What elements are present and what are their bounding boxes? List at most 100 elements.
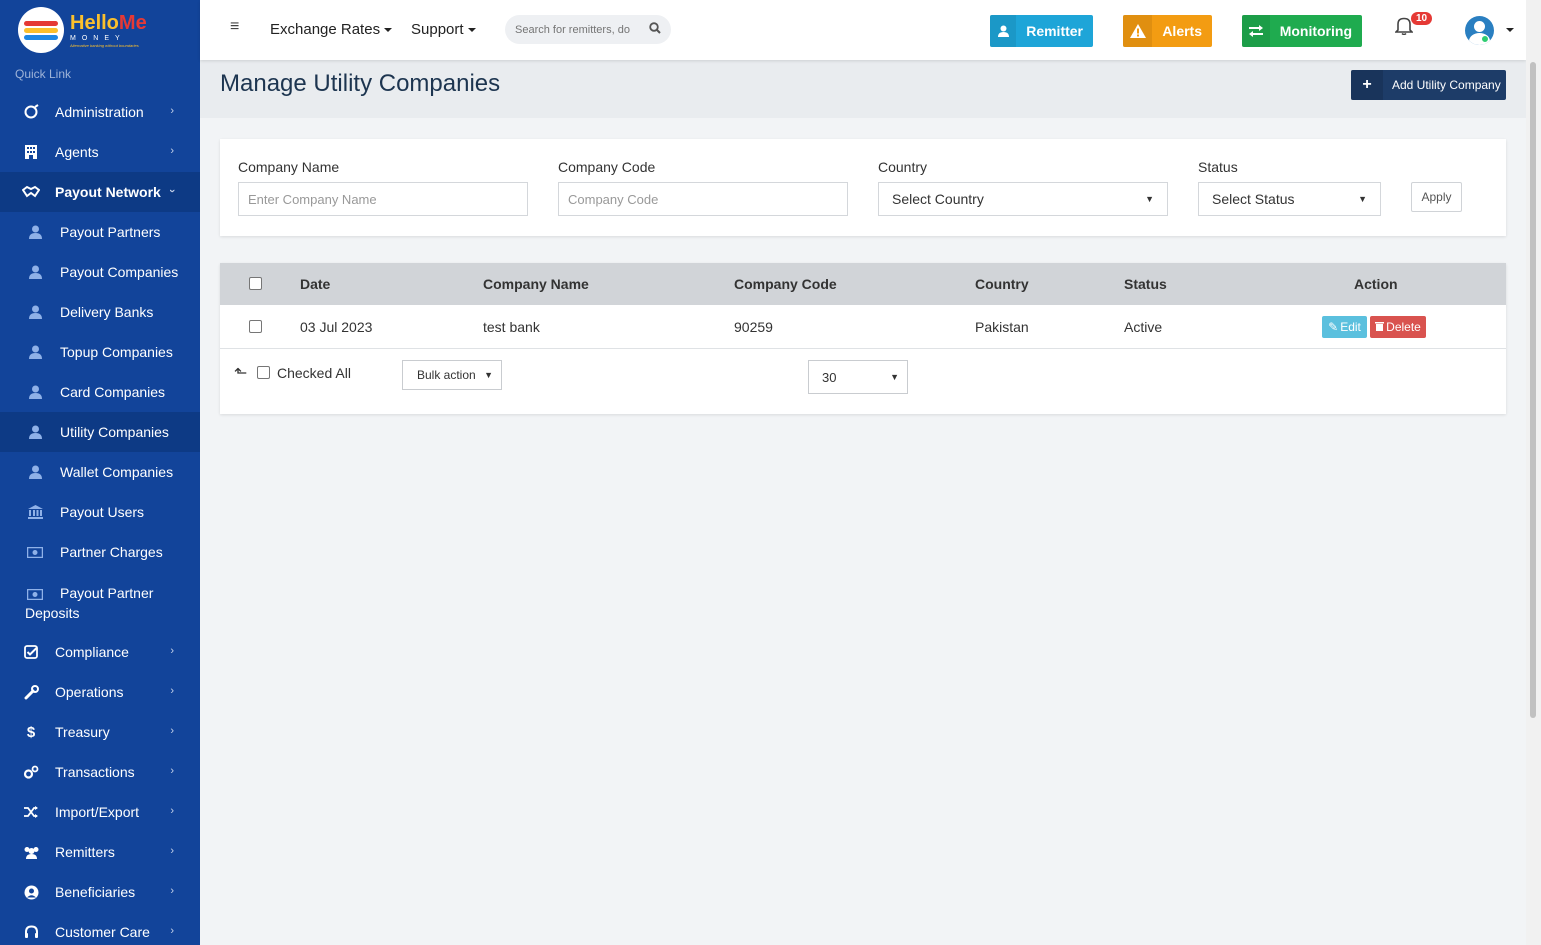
alerts-button[interactable]: Alerts <box>1123 15 1212 47</box>
avatar[interactable] <box>1465 16 1494 45</box>
sidebar-subitem-payout-partner-deposits[interactable]: Payout Partner Deposits <box>0 572 200 632</box>
sidebar-item-transactions[interactable]: Transactions › <box>0 752 200 792</box>
alerts-label: Alerts <box>1162 23 1202 39</box>
sidebar-item-label: Remitters <box>55 844 115 860</box>
plus-icon: + <box>1351 70 1383 100</box>
hamburger-menu-icon[interactable]: ≡ <box>230 18 239 36</box>
status-filter: Status Select Status ▼ <box>1198 159 1381 216</box>
select-all-checkbox[interactable] <box>249 277 262 290</box>
cell-company-name: test bank <box>483 319 540 335</box>
sidebar-item-label: Transactions <box>55 764 135 780</box>
chevron-right-icon: › <box>170 725 174 737</box>
remitter-button[interactable]: Remitter <box>990 15 1093 47</box>
country-select-value: Select Country <box>892 191 984 207</box>
monitoring-button[interactable]: Monitoring <box>1242 15 1362 47</box>
sidebar-item-beneficiaries[interactable]: Beneficiaries › <box>0 872 200 912</box>
search-icon[interactable] <box>649 22 661 37</box>
sidebar-item-administration[interactable]: Administration › <box>0 92 200 132</box>
bulk-action-select[interactable]: Bulk action ▼ <box>402 360 502 390</box>
logo[interactable]: HelloMe MONEY Alternative banking withou… <box>0 0 200 60</box>
sidebar-subitem-label: Topup Companies <box>60 344 173 360</box>
pencil-icon: ✎ <box>1328 320 1339 334</box>
sidebar-item-label: Treasury <box>55 724 110 740</box>
sidebar-subitem-wallet-companies[interactable]: Wallet Companies <box>0 452 200 492</box>
col-header-country[interactable]: Country <box>975 276 1029 292</box>
company-name-filter: Company Name Enter Company Name <box>238 159 528 216</box>
col-header-status[interactable]: Status <box>1124 276 1167 292</box>
col-header-company-name[interactable]: Company Name <box>483 276 589 292</box>
exchange-rates-label: Exchange Rates <box>270 21 381 38</box>
row-checkbox[interactable] <box>249 320 262 333</box>
shuffle-icon <box>22 803 40 821</box>
company-name-label: Company Name <box>238 159 340 175</box>
checked-all-checkbox[interactable] <box>257 366 270 379</box>
caret-down-icon[interactable] <box>1506 28 1514 32</box>
notification-badge: 10 <box>1411 12 1433 25</box>
search-box <box>505 15 671 44</box>
sidebar-subitem-utility-companies[interactable]: Utility Companies <box>0 412 200 452</box>
sidebar-subitem-label: Payout Users <box>60 504 145 520</box>
sidebar-item-label: Compliance <box>55 644 129 660</box>
chevron-right-icon: › <box>170 805 174 817</box>
cog-icon <box>22 103 40 121</box>
sidebar-subitem-payout-companies[interactable]: Payout Companies <box>0 252 200 292</box>
sidebar-item-label: Payout Network <box>55 184 161 200</box>
sidebar-item-compliance[interactable]: Compliance › <box>0 632 200 672</box>
companies-table: Date Company Name Company Code Country S… <box>220 263 1506 414</box>
scrollbar-thumb[interactable] <box>1530 62 1536 718</box>
bank-icon <box>27 504 43 520</box>
edit-button[interactable]: ✎ Edit <box>1322 316 1367 338</box>
country-select[interactable]: Select Country ▼ <box>878 182 1168 216</box>
user-icon <box>27 304 43 320</box>
sidebar-item-import-export[interactable]: Import/Export › <box>0 792 200 832</box>
col-header-date[interactable]: Date <box>300 276 330 292</box>
sidebar-item-customer-care[interactable]: Customer Care › <box>0 912 200 945</box>
company-name-placeholder: Enter Company Name <box>248 191 377 207</box>
status-select[interactable]: Select Status ▼ <box>1198 182 1381 216</box>
sidebar-item-label: Administration <box>55 104 144 120</box>
sidebar-item-label: Customer Care <box>55 924 150 940</box>
sidebar-subitem-partner-charges[interactable]: Partner Charges <box>0 532 200 572</box>
sidebar-subitem-payout-partners[interactable]: Payout Partners <box>0 212 200 252</box>
company-name-input[interactable]: Enter Company Name <box>238 182 528 216</box>
sidebar-subitem-delivery-banks[interactable]: Delivery Banks <box>0 292 200 332</box>
sidebar-subitem-card-companies[interactable]: Card Companies <box>0 372 200 412</box>
per-page-value: 30 <box>822 369 837 385</box>
support-menu[interactable]: Support <box>411 21 476 38</box>
cell-company-code: 90259 <box>734 319 773 335</box>
sidebar-subitem-topup-companies[interactable]: Topup Companies <box>0 332 200 372</box>
sidebar-item-remitters[interactable]: Remitters › <box>0 832 200 872</box>
chevron-right-icon: › <box>170 845 174 857</box>
sidebar-item-label: Operations <box>55 684 124 700</box>
filter-panel: Company Name Enter Company Name Company … <box>220 139 1506 236</box>
add-utility-company-button[interactable]: + Add Utility Company <box>1351 70 1506 100</box>
sidebar-item-payout-network[interactable]: Payout Network › <box>0 172 200 212</box>
user-icon <box>27 424 43 440</box>
user-icon <box>27 464 43 480</box>
user-icon <box>990 15 1017 47</box>
sidebar-subitem-label: Payout Partners <box>60 224 161 240</box>
exchange-rates-menu[interactable]: Exchange Rates <box>270 21 393 38</box>
sidebar-subitem-payout-users[interactable]: Payout Users <box>0 492 200 532</box>
sidebar-item-agents[interactable]: Agents › <box>0 132 200 172</box>
apply-button[interactable]: Apply <box>1411 182 1462 212</box>
cell-date: 03 Jul 2023 <box>300 319 373 335</box>
cell-status: Active <box>1124 319 1163 335</box>
sidebar-item-treasury[interactable]: $ Treasury › <box>0 712 200 752</box>
delete-button[interactable]: Delete <box>1370 316 1426 338</box>
sidebar-subitem-label: Delivery Banks <box>60 304 154 320</box>
sidebar-item-operations[interactable]: Operations › <box>0 672 200 712</box>
exchange-icon <box>1242 15 1270 47</box>
chevron-right-icon: › <box>170 145 174 157</box>
search-input[interactable] <box>505 15 630 44</box>
sidebar-item-label: Agents <box>55 144 99 160</box>
brand-name-a: Hello <box>70 11 119 34</box>
quick-link-label: Quick Link <box>15 67 72 81</box>
per-page-select[interactable]: 30 ▼ <box>808 360 908 394</box>
col-header-company-code[interactable]: Company Code <box>734 276 837 292</box>
dollar-icon: $ <box>26 723 36 741</box>
money-icon <box>27 586 43 602</box>
check-square-icon <box>22 643 40 661</box>
company-code-input[interactable]: Company Code <box>558 182 848 216</box>
caret-down-icon <box>384 28 393 33</box>
